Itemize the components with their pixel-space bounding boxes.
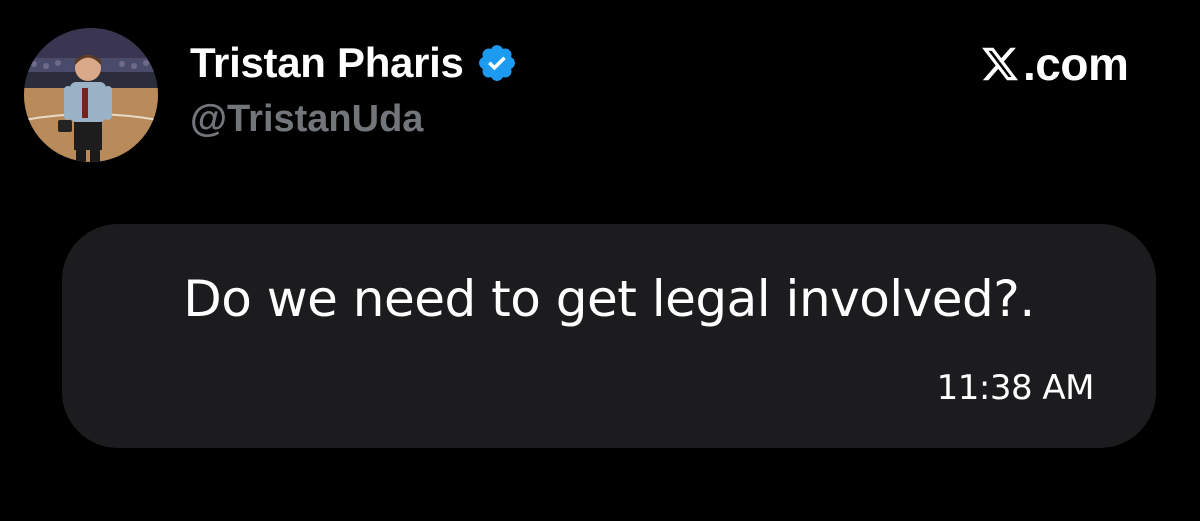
message-text: Do we need to get legal involved?. — [183, 270, 1035, 328]
brand-watermark: .com — [980, 38, 1129, 90]
brand-text: .com — [1023, 38, 1129, 90]
message-bubble: Do we need to get legal involved?. 11:38… — [62, 224, 1156, 448]
author-handle[interactable]: @TristanUda — [190, 98, 423, 141]
avatar-photo-icon — [24, 28, 158, 162]
avatar[interactable] — [24, 28, 158, 162]
verified-badge-icon — [478, 45, 515, 81]
author-name-row: Tristan Pharis — [190, 38, 518, 88]
x-logo-icon — [982, 47, 1019, 81]
message-timestamp: 11:38 AM — [936, 368, 1095, 408]
post-header: Tristan Pharis @TristanUda .com — [0, 0, 1200, 200]
author-display-name[interactable]: Tristan Pharis — [190, 39, 464, 87]
